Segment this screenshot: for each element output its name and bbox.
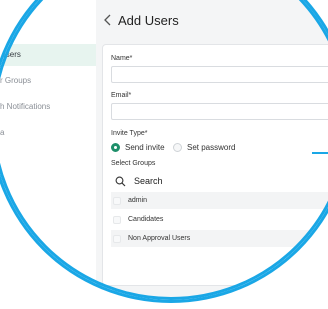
group-option-admin[interactable]: admin — [111, 192, 328, 209]
sidebar: Users r Groups h Notifications a — [0, 0, 96, 300]
callout-line — [312, 152, 328, 154]
email-field[interactable] — [111, 103, 328, 120]
group-option-label: Candidates — [128, 216, 164, 223]
sidebar-item-user-groups[interactable]: r Groups — [0, 70, 96, 92]
group-option-label: admin — [128, 197, 148, 204]
add-user-form: Name* Email* Invite Type* Send invite Se… — [102, 44, 328, 286]
sidebar-item-label: Users — [0, 50, 21, 59]
chevron-left-icon[interactable] — [102, 12, 114, 28]
screenshot-stage: Users r Groups h Notifications a Add Use… — [0, 0, 328, 309]
page-header: Add Users — [102, 10, 179, 30]
select-groups-label: Select Groups — [111, 160, 156, 167]
checkbox-icon — [113, 215, 121, 224]
sidebar-item-push-notifications[interactable]: h Notifications — [0, 96, 96, 118]
checkbox-icon — [113, 234, 121, 243]
magnifier-lens: Users r Groups h Notifications a Add Use… — [0, 0, 328, 300]
invite-type-label: Invite Type* — [111, 130, 148, 137]
group-option-candidates[interactable]: Candidates — [111, 211, 328, 228]
main-content: Add Users Name* Email* Invite Type* Send… — [102, 0, 328, 300]
radio-checked-icon — [111, 143, 120, 152]
checkbox-icon — [113, 196, 121, 205]
group-search-input[interactable]: Search — [111, 172, 328, 190]
group-option-label: Non Approval Users — [128, 235, 191, 242]
sidebar-item-users[interactable]: Users — [0, 44, 96, 66]
radio-unchecked-icon — [173, 143, 182, 152]
send-invite-radio[interactable]: Send invite — [111, 143, 165, 152]
page-title: Add Users — [118, 12, 179, 28]
name-label: Name* — [111, 55, 133, 62]
search-icon — [115, 176, 126, 186]
sidebar-item-other[interactable]: a — [0, 122, 96, 144]
sidebar-item-label: a — [0, 128, 5, 137]
search-placeholder: Search — [134, 176, 163, 186]
name-field[interactable] — [111, 66, 328, 83]
set-password-radio[interactable]: Set password — [173, 143, 235, 152]
group-option-non-approval-users[interactable]: Non Approval Users — [111, 230, 328, 247]
radio-label: Set password — [187, 143, 236, 152]
sidebar-item-label: r Groups — [0, 76, 32, 85]
radio-label: Send invite — [125, 143, 165, 152]
sidebar-item-label: h Notifications — [0, 102, 51, 111]
email-label: Email* — [111, 92, 132, 99]
